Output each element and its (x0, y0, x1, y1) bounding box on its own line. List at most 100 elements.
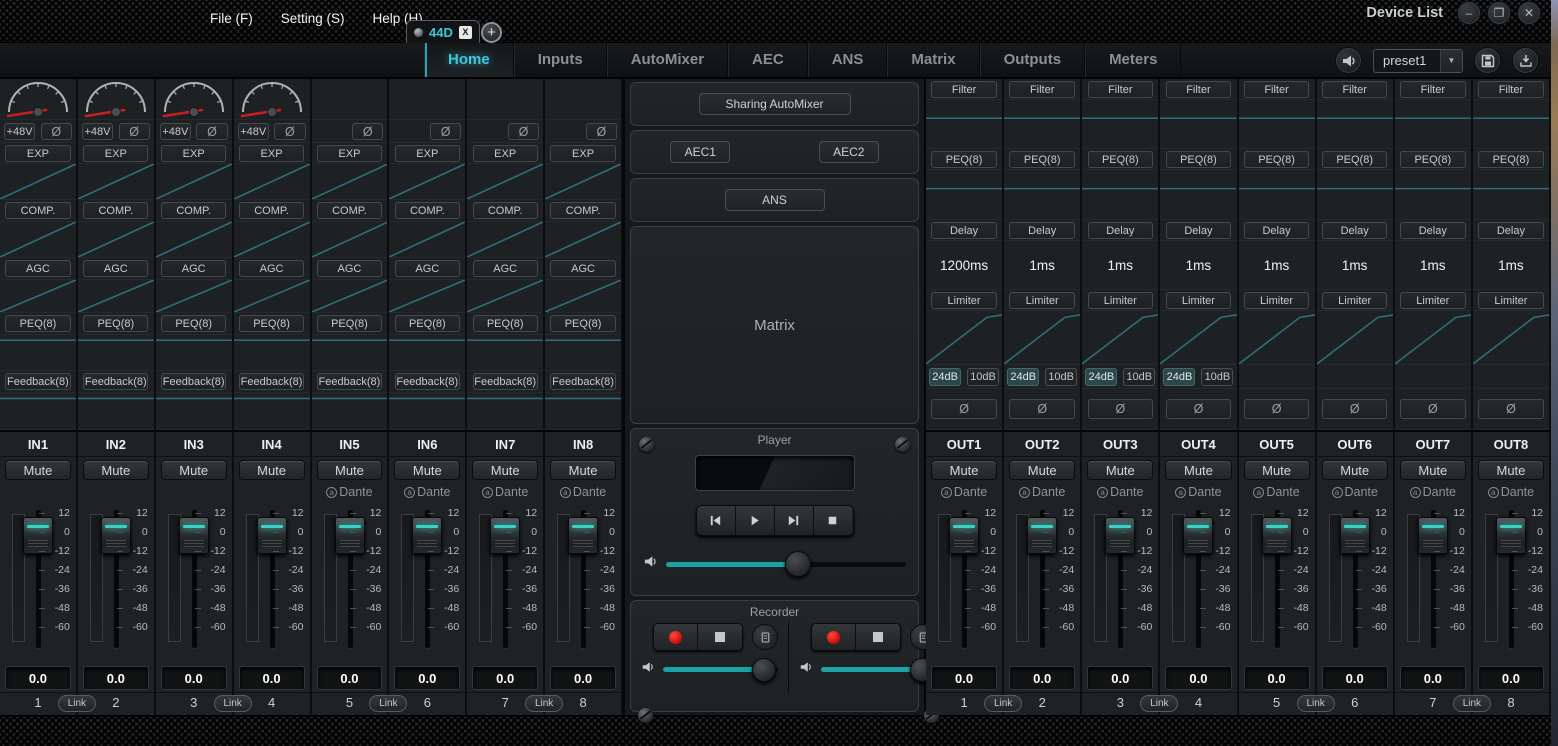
block-exp-button[interactable]: EXP (395, 145, 460, 162)
menu-file[interactable]: File (F) (210, 11, 253, 26)
mute-button[interactable]: Mute (317, 460, 383, 480)
tab-home[interactable]: Home (424, 43, 514, 77)
volume-thumb[interactable] (752, 658, 776, 682)
tab-outputs[interactable]: Outputs (980, 43, 1086, 77)
phase-invert-button[interactable]: Ø (1478, 399, 1543, 419)
block-comp-button[interactable]: COMP. (239, 202, 304, 219)
block-filter-button[interactable]: Filter (1478, 81, 1543, 98)
mute-button[interactable]: Mute (83, 460, 149, 480)
block-feedback8-button[interactable]: Feedback(8) (5, 373, 70, 390)
block-peq8-button[interactable]: PEQ(8) (1478, 151, 1543, 168)
block-peq8-button[interactable]: PEQ(8) (1088, 151, 1153, 168)
block-peq8-button[interactable]: PEQ(8) (239, 315, 304, 332)
mute-button[interactable]: Mute (472, 460, 538, 480)
block-agc-button[interactable]: AGC (473, 260, 538, 277)
play-button[interactable] (736, 506, 775, 535)
load-preset-button[interactable] (1512, 47, 1539, 74)
phase-invert-button[interactable]: Ø (274, 123, 305, 140)
phase-invert-button[interactable]: Ø (1166, 399, 1231, 419)
device-tab-close-icon[interactable]: x (459, 26, 472, 39)
block-feedback8-button[interactable]: Feedback(8) (395, 373, 460, 390)
tab-meters[interactable]: Meters (1085, 43, 1181, 77)
mute-button[interactable]: Mute (931, 460, 997, 480)
link-button[interactable]: Link (525, 695, 563, 712)
phase-invert-button[interactable]: Ø (196, 123, 227, 140)
phase-invert-button[interactable]: Ø (1322, 399, 1387, 419)
slope-24db-button[interactable]: 24dB (1085, 368, 1117, 386)
tab-inputs[interactable]: Inputs (514, 43, 607, 77)
mute-button[interactable]: Mute (394, 460, 460, 480)
mute-button[interactable]: Mute (1165, 460, 1231, 480)
block-exp-button[interactable]: EXP (473, 145, 538, 162)
slope-10db-button[interactable]: 10dB (967, 368, 999, 386)
block-peq8-button[interactable]: PEQ(8) (1166, 151, 1231, 168)
block-delay-button[interactable]: Delay (1400, 222, 1465, 239)
block-limiter-button[interactable]: Limiter (1166, 292, 1231, 309)
mute-button[interactable]: Mute (1322, 460, 1388, 480)
recorder-volume-slider[interactable] (663, 667, 778, 672)
record-button[interactable] (812, 624, 856, 650)
phantom-48v-button[interactable]: +48V (160, 123, 191, 140)
block-delay-button[interactable]: Delay (1322, 222, 1387, 239)
block-delay-button[interactable]: Delay (1088, 222, 1153, 239)
phase-invert-button[interactable]: Ø (508, 123, 539, 140)
block-comp-button[interactable]: COMP. (317, 202, 382, 219)
record-file-button[interactable] (752, 624, 778, 650)
block-comp-button[interactable]: COMP. (5, 202, 70, 219)
phase-invert-button[interactable]: Ø (1009, 399, 1074, 419)
block-delay-button[interactable]: Delay (1166, 222, 1231, 239)
block-limiter-button[interactable]: Limiter (1009, 292, 1074, 309)
slope-24db-button[interactable]: 24dB (929, 368, 961, 386)
block-agc-button[interactable]: AGC (239, 260, 304, 277)
link-button[interactable]: Link (369, 695, 407, 712)
record-stop-button[interactable] (698, 624, 742, 650)
slope-10db-button[interactable]: 10dB (1045, 368, 1077, 386)
block-filter-button[interactable]: Filter (1322, 81, 1387, 98)
block-exp-button[interactable]: EXP (317, 145, 382, 162)
block-delay-button[interactable]: Delay (931, 222, 996, 239)
recorder-volume-slider[interactable] (821, 667, 936, 672)
block-exp-button[interactable]: EXP (239, 145, 304, 162)
block-exp-button[interactable]: EXP (161, 145, 226, 162)
slope-24db-button[interactable]: 24dB (1007, 368, 1039, 386)
mute-button[interactable]: Mute (161, 460, 227, 480)
phase-invert-button[interactable]: Ø (352, 123, 383, 140)
block-peq8-button[interactable]: PEQ(8) (317, 315, 382, 332)
mute-all-button[interactable] (1335, 47, 1362, 74)
slope-10db-button[interactable]: 10dB (1201, 368, 1233, 386)
mute-button[interactable]: Mute (1244, 460, 1310, 480)
block-limiter-button[interactable]: Limiter (931, 292, 996, 309)
block-peq8-button[interactable]: PEQ(8) (473, 315, 538, 332)
mute-button[interactable]: Mute (1478, 460, 1544, 480)
tab-ans[interactable]: ANS (808, 43, 888, 77)
block-filter-button[interactable]: Filter (931, 81, 996, 98)
menu-setting[interactable]: Setting (S) (281, 11, 345, 26)
next-track-button[interactable] (775, 506, 814, 535)
block-limiter-button[interactable]: Limiter (1322, 292, 1387, 309)
block-delay-button[interactable]: Delay (1009, 222, 1074, 239)
block-filter-button[interactable]: Filter (1009, 81, 1074, 98)
mute-button[interactable]: Mute (239, 460, 305, 480)
matrix-panel[interactable]: Matrix (630, 226, 919, 424)
stop-button[interactable] (814, 506, 853, 535)
phase-invert-button[interactable]: Ø (1088, 399, 1153, 419)
block-agc-button[interactable]: AGC (550, 260, 615, 277)
block-feedback8-button[interactable]: Feedback(8) (239, 373, 304, 390)
block-peq8-button[interactable]: PEQ(8) (1009, 151, 1074, 168)
block-exp-button[interactable]: EXP (5, 145, 70, 162)
add-device-tab-button[interactable]: + (481, 22, 502, 43)
block-peq8-button[interactable]: PEQ(8) (931, 151, 996, 168)
block-peq8-button[interactable]: PEQ(8) (550, 315, 615, 332)
minimize-icon[interactable]: – (1457, 1, 1481, 25)
phase-invert-button[interactable]: Ø (119, 123, 150, 140)
block-delay-button[interactable]: Delay (1478, 222, 1543, 239)
block-limiter-button[interactable]: Limiter (1478, 292, 1543, 309)
block-filter-button[interactable]: Filter (1400, 81, 1465, 98)
phase-invert-button[interactable]: Ø (1244, 399, 1309, 419)
block-delay-button[interactable]: Delay (1244, 222, 1309, 239)
save-preset-button[interactable] (1474, 47, 1501, 74)
block-peq8-button[interactable]: PEQ(8) (1244, 151, 1309, 168)
phase-invert-button[interactable]: Ø (586, 123, 617, 140)
phantom-48v-button[interactable]: +48V (238, 123, 269, 140)
block-feedback8-button[interactable]: Feedback(8) (317, 373, 382, 390)
